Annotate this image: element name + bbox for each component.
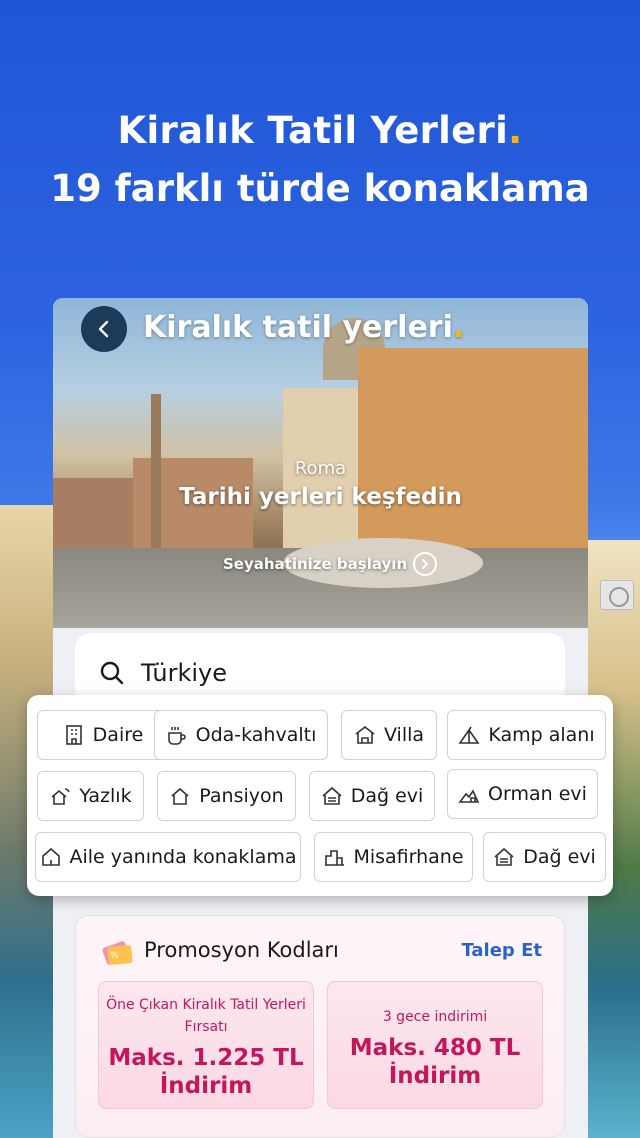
coupon-amount: Maks. 480 TL — [349, 1035, 521, 1061]
chip-label: Yazlık — [79, 785, 132, 807]
chip-apartment[interactable]: Daire — [37, 710, 169, 760]
search-value: Türkiye — [141, 659, 227, 687]
chip-bed-breakfast[interactable]: Oda-kahvaltı — [154, 710, 328, 760]
chip-label: Pansiyon — [199, 785, 284, 807]
chip-label: Orman evi — [488, 783, 587, 805]
promo-codes-card: % Promosyon Kodları Talep Et Öne Çıkan K… — [75, 915, 565, 1138]
chalet-icon — [494, 847, 514, 866]
chip-summer-house[interactable]: Yazlık — [37, 771, 144, 821]
claim-link[interactable]: Talep Et — [461, 940, 542, 961]
chip-label: Oda-kahvaltı — [195, 724, 317, 746]
accent-dot: . — [508, 109, 523, 152]
chip-villa[interactable]: Villa — [341, 710, 437, 760]
chip-guest-house[interactable]: Pansiyon — [157, 771, 296, 821]
building-icon — [65, 725, 82, 745]
coupon-discount: İndirim — [388, 1063, 482, 1089]
chip-forest-house[interactable]: Orman evi — [447, 769, 598, 819]
hero-heading: Kiralık Tatil Yerleri. 19 farklı türde k… — [0, 102, 640, 218]
forest-house-icon — [458, 789, 480, 803]
accent-dot: . — [452, 310, 465, 345]
chip-label: Dağ evi — [350, 785, 424, 807]
chip-label: Dağ evi — [523, 846, 596, 868]
chip-hostel[interactable]: Misafirhane — [314, 832, 473, 882]
chip-chalet[interactable]: Dağ evi — [309, 771, 435, 821]
beach-house-icon — [51, 788, 71, 805]
chevron-right-circle-icon — [413, 552, 438, 576]
back-button[interactable] — [81, 306, 127, 352]
promo-title: Promosyon Kodları — [144, 938, 339, 962]
start-trip-label: Seyahatinize başlayın — [223, 555, 408, 573]
chip-campsite[interactable]: Kamp alanı — [447, 710, 606, 760]
banner-subtitle: Tarihi yerleri keşfedin — [179, 484, 462, 510]
search-icon — [100, 661, 124, 685]
hero-title: Kiralık Tatil Yerleri. — [117, 109, 523, 152]
coupon-amount: Maks. 1.225 TL — [108, 1045, 304, 1071]
chip-label: Aile yanında konaklama — [69, 846, 297, 868]
banner-city: Roma — [294, 458, 347, 479]
home-icon — [41, 847, 60, 866]
tent-icon — [458, 726, 480, 744]
villa-icon — [355, 725, 375, 744]
coupon-card[interactable]: 3 gece indirimi Maks. 480 TL İndirim — [327, 981, 543, 1109]
chip-chalet[interactable]: Dağ evi — [483, 832, 606, 882]
banner-image-part — [358, 348, 588, 558]
start-trip-link[interactable]: Seyahatinize başlayın — [223, 552, 438, 576]
coupon-description: 3 gece indirimi — [382, 1009, 488, 1025]
coupon-discount: İndirim — [159, 1073, 253, 1099]
coupon-icon: % — [102, 941, 133, 965]
house-icon — [171, 787, 189, 805]
chip-homestay[interactable]: Aile yanında konaklama — [35, 832, 301, 882]
coupon-description: Fırsatı — [184, 1019, 228, 1035]
destination-banner[interactable]: Kiralık tatil yerleri. Roma Tarihi yerle… — [53, 298, 588, 628]
coupon-card[interactable]: Öne Çıkan Kiralık Tatil Yerleri Fırsatı … — [98, 981, 314, 1109]
svg-text:%: % — [110, 951, 119, 961]
coupon-description: Öne Çıkan Kiralık Tatil Yerleri — [106, 997, 306, 1013]
chevron-left-icon — [98, 320, 109, 338]
chip-label: Villa — [383, 724, 425, 746]
chip-label: Kamp alanı — [488, 724, 595, 746]
chalet-icon — [322, 786, 342, 805]
page-title: Kiralık tatil yerleri. — [143, 310, 465, 345]
guesthouse-icon — [325, 850, 345, 866]
chip-label: Misafirhane — [353, 846, 464, 868]
chip-label: Daire — [92, 724, 144, 746]
property-type-panel: Daire Oda-kahvaltı Villa Kamp alanı Yazl… — [27, 695, 613, 896]
coffee-icon — [167, 727, 186, 745]
air-conditioner-image — [600, 580, 634, 610]
hero-subtitle: 19 farklı türde konaklama — [50, 167, 590, 210]
